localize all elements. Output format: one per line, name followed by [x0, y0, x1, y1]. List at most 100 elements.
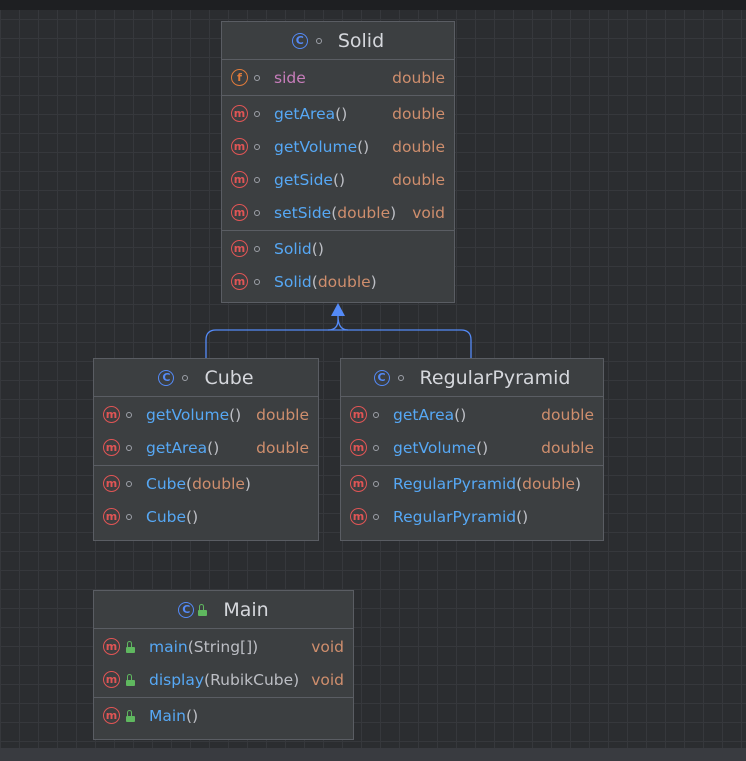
method-name: getArea	[274, 104, 336, 123]
visibility-dot	[254, 176, 260, 183]
visibility-dot	[254, 209, 260, 216]
constructors-section: m Solid() m Solid(double)	[222, 231, 454, 299]
class-icon: C	[158, 369, 175, 386]
method-icon: m	[350, 439, 367, 456]
methods-section: m getArea() double m getVolume() double	[341, 397, 603, 466]
merge-edge	[327, 315, 349, 331]
return-type: double	[256, 405, 309, 424]
inheritance-arrowhead	[331, 303, 345, 316]
method-name: display	[149, 670, 205, 689]
constructor-params: double	[192, 474, 245, 493]
visibility-dot	[373, 444, 379, 451]
method-name: getVolume	[274, 137, 358, 156]
class-name: Main	[223, 598, 269, 621]
methods-section: m getVolume() double m getArea() double	[94, 397, 318, 466]
constructors-section: m Cube(double) m Cube()	[94, 466, 318, 534]
method-icon: m	[103, 508, 120, 525]
method-icon: m	[231, 171, 248, 188]
package-private-dot	[182, 374, 189, 381]
constructor-row[interactable]: m Cube()	[94, 500, 318, 533]
pyramid-inherits-edge	[338, 329, 472, 358]
class-name: RegularPyramid	[419, 366, 571, 389]
class-box-solid[interactable]: C Solid f side double m getArea() double…	[221, 21, 455, 303]
constructor-name: Cube	[146, 474, 187, 493]
return-type: double	[541, 405, 594, 424]
field-type: double	[392, 68, 445, 87]
fields-section: f side double	[222, 60, 454, 96]
method-icon: m	[350, 508, 367, 525]
visibility-dot	[373, 513, 379, 520]
class-box-regular-pyramid[interactable]: C RegularPyramid m getArea() double m ge…	[340, 358, 604, 541]
visibility-dot	[126, 513, 132, 520]
class-box-cube[interactable]: C Cube m getVolume() double m getArea() …	[93, 358, 319, 541]
method-name: getVolume	[146, 405, 230, 424]
abstract-method-icon: m	[231, 138, 248, 155]
method-row[interactable]: m main(String[]) void	[94, 630, 353, 663]
constructors-section: m RegularPyramid(double) m RegularPyrami…	[341, 466, 603, 534]
package-private-dot	[315, 37, 322, 44]
method-row[interactable]: m display(RubikCube) void	[94, 663, 353, 696]
method-row[interactable]: m getVolume() double	[94, 398, 318, 431]
return-type: double	[541, 438, 594, 457]
method-icon: m	[231, 273, 248, 290]
constructor-name: Cube	[146, 507, 187, 526]
class-header[interactable]: C Solid	[222, 22, 454, 60]
public-lock-icon	[126, 709, 137, 722]
class-header[interactable]: C Cube	[94, 359, 318, 397]
visibility-dot	[126, 444, 132, 451]
method-icon: m	[103, 406, 120, 423]
method-row[interactable]: m getVolume() double	[341, 431, 603, 464]
constructor-params: double	[522, 474, 575, 493]
method-name: getVolume	[393, 438, 477, 457]
method-row[interactable]: m getArea() double	[222, 97, 454, 130]
return-type: void	[412, 203, 445, 222]
class-name: Cube	[204, 366, 254, 389]
visibility-dot	[373, 411, 379, 418]
constructor-name: Solid	[274, 239, 312, 258]
method-name: getArea	[393, 405, 455, 424]
static-method-icon: m	[103, 671, 120, 688]
return-type: double	[392, 137, 445, 156]
static-method-icon: m	[103, 638, 120, 655]
return-type: double	[392, 170, 445, 189]
visibility-dot	[254, 245, 260, 252]
horizontal-scrollbar[interactable]	[0, 748, 746, 761]
constructor-row[interactable]: m Solid(double)	[222, 265, 454, 298]
constructor-row[interactable]: m Main()	[94, 699, 353, 732]
constructor-row[interactable]: m RegularPyramid()	[341, 500, 603, 533]
class-header[interactable]: C RegularPyramid	[341, 359, 603, 397]
method-row[interactable]: m getVolume() double	[222, 130, 454, 163]
field-row[interactable]: f side double	[222, 61, 454, 94]
method-icon: m	[103, 439, 120, 456]
method-icon: m	[350, 406, 367, 423]
method-row[interactable]: m getSide() double	[222, 163, 454, 196]
methods-section: m main(String[]) void m display(RubikCub…	[94, 629, 353, 698]
method-icon: m	[231, 240, 248, 257]
class-icon: C	[291, 32, 308, 49]
method-params: RubikCube	[210, 670, 294, 689]
method-icon: m	[231, 204, 248, 221]
return-type: double	[392, 104, 445, 123]
cube-inherits-edge	[205, 329, 338, 358]
method-params: String[]	[193, 637, 253, 656]
field-icon: f	[231, 69, 248, 86]
constructors-section: m Main()	[94, 698, 353, 733]
constructor-name: Solid	[274, 272, 312, 291]
package-private-dot	[397, 374, 404, 381]
method-row[interactable]: m setSide(double) void	[222, 196, 454, 229]
class-header[interactable]: C Main	[94, 591, 353, 629]
constructor-row[interactable]: m Cube(double)	[94, 467, 318, 500]
method-icon: m	[350, 475, 367, 492]
constructor-row[interactable]: m RegularPyramid(double)	[341, 467, 603, 500]
public-lock-icon	[126, 640, 137, 653]
field-name: side	[274, 68, 306, 87]
method-row[interactable]: m getArea() double	[94, 431, 318, 464]
class-box-main[interactable]: C Main m main(String[]) void m display(R…	[93, 590, 354, 740]
public-lock-icon	[126, 673, 137, 686]
visibility-dot	[254, 110, 260, 117]
constructor-row[interactable]: m Solid()	[222, 232, 454, 265]
visibility-dot	[254, 74, 260, 81]
visibility-dot	[373, 480, 379, 487]
method-icon: m	[103, 475, 120, 492]
method-row[interactable]: m getArea() double	[341, 398, 603, 431]
